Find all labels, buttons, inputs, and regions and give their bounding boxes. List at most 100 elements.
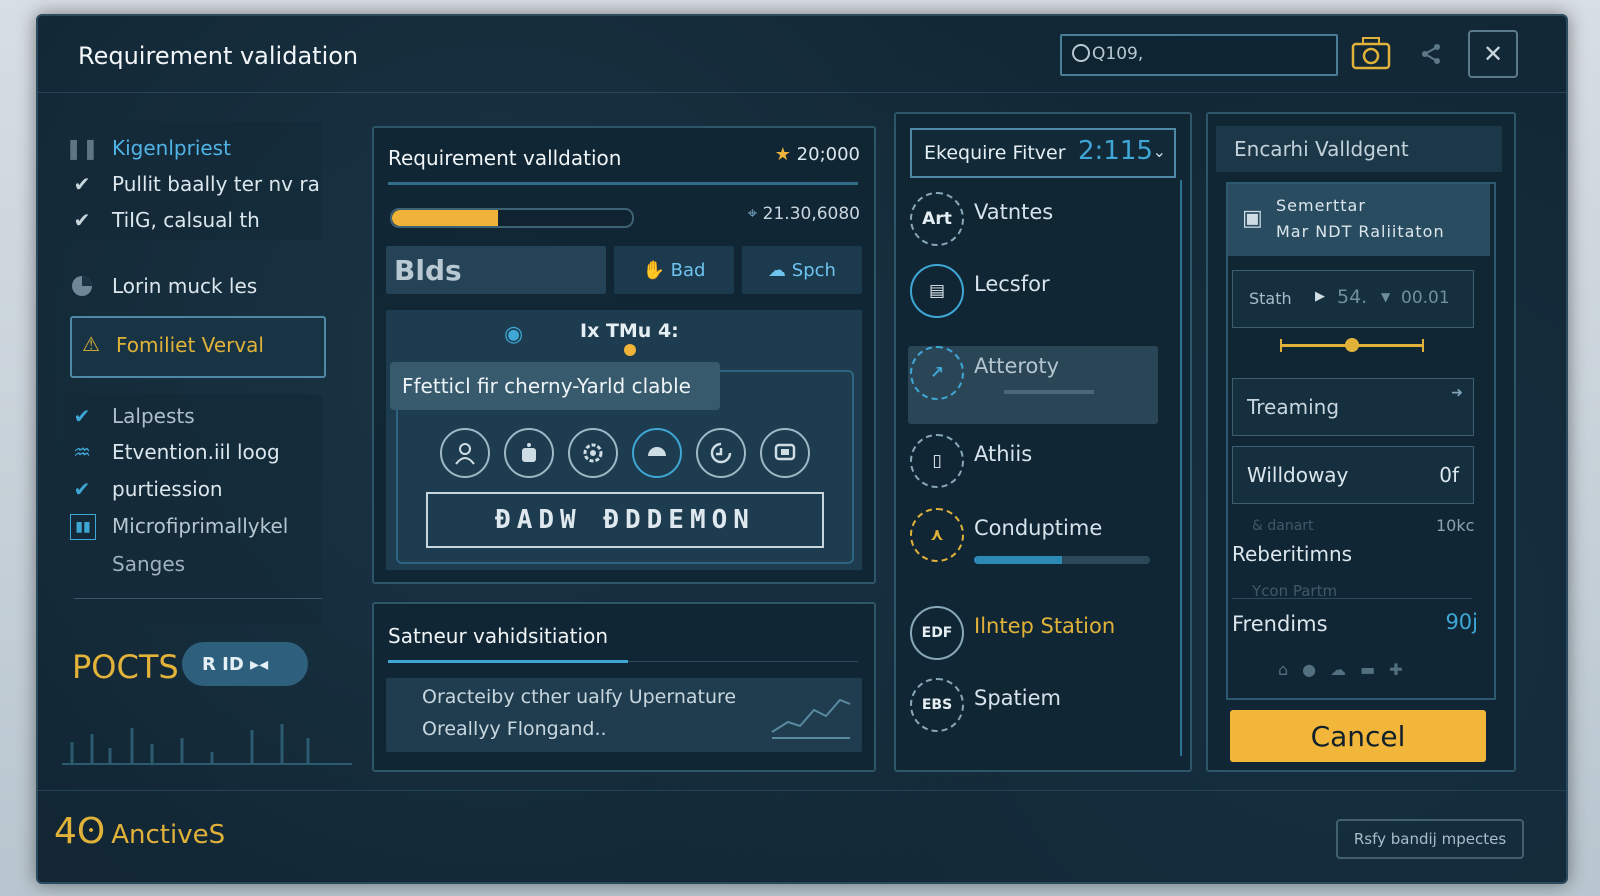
inner-heading: Ix TMu 4: [580,320,679,342]
footer-button[interactable]: Rsfy bandij mpectes [1336,819,1524,859]
puzzle-icon: ✚ [1389,660,1417,679]
cloud-icon: ☁ [768,259,787,281]
filter-dropdown[interactable]: Ekequire Fitver 2:115 ⌄ [910,128,1176,178]
validation-panel: Encarhi Valldgent ▣ Semerttar Mar NDT Ra… [1206,112,1516,772]
tooltip: Ffetticl fir cherny-Yarld clable [390,362,720,410]
log-line: Oracteiby cther ualfy Upernature [422,686,737,708]
sidebar-item-label: purtiession [112,477,223,501]
field-value: 0f [1439,463,1459,487]
sidebar-item-purtiession[interactable]: ✔ purtiession [74,477,223,501]
sidebar-item-sanges[interactable]: Sanges [112,552,185,576]
sidebar-item-etvention[interactable]: ♒ Etvention.iil loog [73,440,280,464]
gear-icon[interactable] [568,428,618,478]
search-icon [1072,44,1090,62]
rid-toggle[interactable]: R ID ▸◂ [182,642,308,686]
cloud-icon: ☁ [1330,660,1361,679]
sidebar-item-label: Lorin muck les [112,274,258,298]
share-icon[interactable] [1408,32,1454,76]
check-icon: ✔ [73,404,91,428]
tab-spch[interactable]: ☁ Spch [742,246,862,294]
user-icon[interactable] [440,428,490,478]
willdoway-field[interactable]: Willdoway 0f [1232,446,1474,504]
edf-icon: EDF [910,606,964,660]
clock-icon[interactable] [696,428,746,478]
treaming-field[interactable]: Treaming ➜ [1232,378,1474,436]
stath-field[interactable]: Stath ▶ 54. ▼ 00.01 [1232,270,1474,328]
secondary-panel: Satneur vahidsitiation Oracteiby cther u… [372,602,876,772]
camera-icon[interactable] [1348,32,1394,76]
scrollbar[interactable] [1180,180,1182,756]
tab-label: Spch [791,259,836,281]
status-dot [624,344,636,356]
item-progress-fill [974,556,1062,564]
sidebar-item-label: TiIG, calsual th [112,208,260,232]
mini-icon-row: ⌂●☁▬✚ [1278,660,1417,679]
slider-knob[interactable] [1345,338,1359,352]
check-icon: ✔ [73,172,91,196]
stath-value: 54. [1337,286,1368,308]
active-count-number: 4ʘ [54,811,106,852]
arrow-icon: ➜ [1451,385,1463,401]
sidebar-item-label: Kigenlpriest [112,136,231,160]
dropdown-label: Ekequire Fitver [924,142,1066,164]
list-item-vatntes[interactable]: Art Vatntes [910,184,1160,256]
sidebar-item-label: Pullit baally ter nv ra [112,172,320,196]
metric-value: 21.30,6080 [762,204,860,224]
search-input[interactable]: Q109, [1060,34,1338,76]
sidebar-item-lalpests[interactable]: ✔ Lalpests [74,404,195,428]
list-item-intep-station[interactable]: EDF Ilntep Station [910,598,1160,670]
sidebar-divider [74,598,322,599]
window-title: Requirement validation [78,42,359,70]
bars-icon: ▮▮ [70,514,96,540]
list-item-label: Athiis [974,442,1033,466]
sidebar-item-microfiprimallykel[interactable]: ▮▮ Microfiprimallykel [70,514,288,540]
active-count-label: AnctiveS [111,820,226,850]
list-item-lecsfor[interactable]: ▤ Lecsfor [910,256,1160,328]
banner-line: Mar NDT Raliitaton [1276,222,1445,241]
banner-line: Semerttar [1276,196,1366,215]
chat-icon[interactable] [632,428,682,478]
robot-icon[interactable] [504,428,554,478]
close-button[interactable]: ✕ [1468,30,1518,78]
list-item-label: Conduptime [974,516,1103,540]
range-slider[interactable] [1280,338,1424,352]
sidebar-item-kigenlpriest[interactable]: ❚❚ Kigenlpriest [65,136,231,160]
pie-icon [70,274,94,298]
tab-label: Blds [394,253,462,287]
footer: 4ʘ AnctiveS Rsfy bandij mpectes [38,790,1566,882]
filter-list-panel: Ekequire Fitver 2:115 ⌄ Art Vatntes ▤ Le… [894,112,1192,772]
list-item-athiis[interactable]: ▯ Athiis [910,426,1160,498]
calendar-icon: ▣ [1242,206,1263,231]
list-item-conduptime[interactable]: ⋏ Conduptime [910,500,1160,572]
list-item-atteroty[interactable]: ↗ Atteroty [910,338,1160,410]
list-item-spatiem[interactable]: EBS Spatiem [910,670,1160,742]
chart-icon: ♒ [73,440,91,464]
item-slider [1004,390,1094,394]
tab-bad[interactable]: ✋ Bad [614,246,734,294]
star-stat-value: 20;000 [796,144,860,165]
trend-icon: ↗ [910,346,964,400]
tab-blds[interactable]: Blds [386,246,606,294]
panel-underline [388,660,628,663]
play-icon: ▶ [1315,289,1325,304]
cancel-button[interactable]: Cancel [1230,710,1486,762]
code-badge: ĐADW ĐDDEMON [426,492,824,548]
sidebar-item-active[interactable]: ⚠ Fomiliet Verval [70,316,326,378]
monitor-icon[interactable] [760,428,810,478]
sidebar-item-label: Fomiliet Verval [116,333,264,357]
list-item-label: Vatntes [974,200,1054,224]
list-item-label: Lecsfor [974,272,1050,296]
inner-card: ◉ Ix TMu 4: Ffetticl fir cherny-Yarld cl… [386,310,862,570]
sidebar-item-lorin[interactable]: Lorin muck les [72,274,258,298]
pocts-label: POCTS [72,648,179,686]
item-progress [974,556,1150,564]
sidebar-item-tiig[interactable]: ✔ TiIG, calsual th [74,208,260,232]
shield-icon: ◉ [504,322,524,347]
list-item-label: Atteroty [974,354,1060,378]
stath-value: 00.01 [1401,288,1450,308]
pause-icon: ❚❚ [65,136,99,160]
phone-icon: ▯ [910,434,964,488]
sidebar-item-pullit[interactable]: ✔ Pullit baally ter nv ra [74,172,320,196]
frendims-value: 90j [1445,610,1478,634]
network-icon: ⌖ [747,204,758,224]
